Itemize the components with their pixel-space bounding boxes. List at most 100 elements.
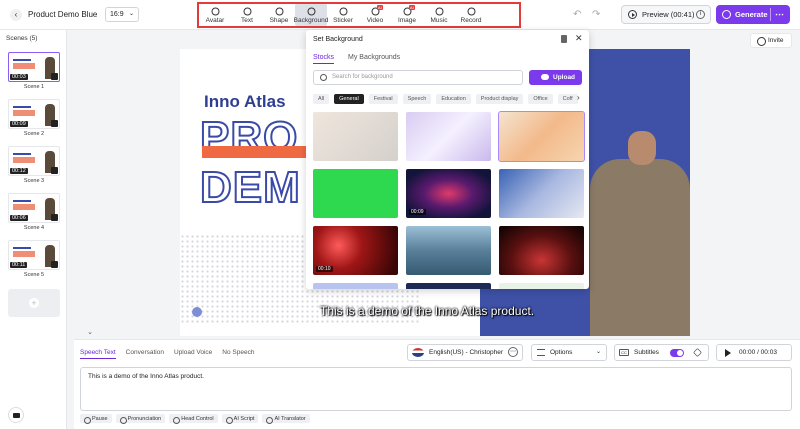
info-icon[interactable]: i xyxy=(696,10,705,19)
undo-icon[interactable]: ↶ xyxy=(573,9,581,20)
scene-item[interactable]: 00:03 Scene 1 xyxy=(8,52,60,90)
script-tab[interactable]: Upload Voice xyxy=(174,349,212,359)
scene-duration: 00:03 xyxy=(10,74,28,80)
avatar-presenter[interactable] xyxy=(590,131,690,336)
preview-button[interactable]: Preview (00:41) i xyxy=(621,5,711,24)
tool-text[interactable]: Text xyxy=(231,4,263,26)
background-thumbnail[interactable] xyxy=(406,112,491,161)
tool-video[interactable]: Video AI xyxy=(359,4,391,26)
background-thumbnail[interactable] xyxy=(313,169,398,218)
redo-icon[interactable]: ↷ xyxy=(592,9,600,20)
tool-avatar[interactable]: Avatar xyxy=(199,4,231,26)
category-chip[interactable]: All xyxy=(313,94,330,104)
script-tabs: Speech Text Conversation Upload Voice No Sp… xyxy=(80,349,264,359)
tool-label: Shape xyxy=(269,16,289,24)
scenes-sidebar: Scenes (5) 00:03 Scene 1 00:09 Scene 2 00:12… xyxy=(0,30,67,429)
background-search-input[interactable]: Search for background xyxy=(313,70,523,85)
category-chip[interactable]: Festival xyxy=(368,94,398,104)
search-icon xyxy=(320,74,327,81)
panel-tab[interactable]: Stocks xyxy=(313,54,335,64)
scene-item[interactable]: 00:11 Scene 5 xyxy=(8,240,60,278)
category-chip[interactable]: Speech xyxy=(402,94,432,104)
scene-item[interactable]: 00:06 Scene 4 xyxy=(8,193,60,231)
top-bar: ‹ Product Demo Blue 16:9 ⌄ Avatar Text Sha… xyxy=(0,0,800,30)
script-tab[interactable]: No Speech xyxy=(222,349,254,359)
pin-icon[interactable] xyxy=(561,35,567,43)
script-tab[interactable]: Speech Text xyxy=(80,349,116,359)
more-icon[interactable]: ⋯ xyxy=(775,5,784,24)
tool-record[interactable]: Record xyxy=(455,4,487,26)
thumb-graphic xyxy=(13,251,35,257)
audio-icon xyxy=(51,120,58,127)
background-thumbnail[interactable] xyxy=(498,111,585,162)
tool-label: Record xyxy=(460,16,482,24)
tool-music[interactable]: Music xyxy=(423,4,455,26)
background-thumbnail[interactable] xyxy=(499,283,584,289)
thumb-title xyxy=(13,59,31,61)
aspect-ratio-value: 16:9 xyxy=(110,11,124,18)
category-chip[interactable]: Product display xyxy=(475,94,524,104)
invite-button[interactable]: Invite xyxy=(750,33,792,48)
add-scene-button[interactable]: + xyxy=(8,289,60,317)
canvas-subtitle[interactable]: This is a demo of the Inno Atlas product… xyxy=(320,304,534,318)
plus-icon: + xyxy=(29,298,39,308)
category-chip[interactable]: Coff xyxy=(557,94,578,104)
text-icon xyxy=(243,7,252,16)
category-chip[interactable]: Office xyxy=(528,94,553,104)
speech-text-area[interactable]: This is a demo of the Inno Atlas product… xyxy=(80,367,792,411)
background-thumbnail[interactable] xyxy=(406,283,491,289)
speech-tool-ai-script[interactable]: AI Script xyxy=(221,414,259,424)
tool-label: Text xyxy=(241,16,253,24)
background-thumbnail[interactable] xyxy=(499,169,584,218)
background-thumbnail[interactable] xyxy=(313,112,398,161)
scene-name: Scene 2 xyxy=(23,131,45,137)
options-select[interactable]: Options ⌄ xyxy=(531,344,607,361)
canvas-brand-text[interactable]: Inno Atlas xyxy=(204,92,286,112)
scene-item[interactable]: 00:12 Scene 3 xyxy=(8,146,60,184)
speech-tool-pronunciation[interactable]: Pronunciation xyxy=(115,414,166,424)
background-thumbnail[interactable]: 00:09 xyxy=(406,169,491,218)
category-chip[interactable]: General xyxy=(334,94,364,104)
canvas-headline-2[interactable]: DEM xyxy=(199,162,301,213)
back-button[interactable]: ‹ xyxy=(10,9,22,21)
speech-tool-head-control[interactable]: Head Control xyxy=(169,414,218,424)
background-thumbnail[interactable] xyxy=(313,283,398,289)
aspect-ratio-select[interactable]: 16:9 ⌄ xyxy=(105,7,139,22)
voice-select[interactable]: English(US) - Christopher ⋯ xyxy=(407,344,523,361)
project-title[interactable]: Product Demo Blue xyxy=(28,10,97,19)
background-thumbnail[interactable] xyxy=(499,226,584,275)
chevron-right-icon[interactable]: › xyxy=(577,93,580,102)
close-icon[interactable]: ✕ xyxy=(575,33,583,44)
tool-sticker[interactable]: Sticker xyxy=(327,4,359,26)
tool-image[interactable]: Image AI xyxy=(391,4,423,26)
upload-button[interactable]: Upload xyxy=(529,70,582,85)
generate-button[interactable]: Generate ⋯ xyxy=(716,5,790,24)
voice-more-icon[interactable]: ⋯ xyxy=(508,347,518,357)
background-thumbnail[interactable]: 00:10 xyxy=(313,226,398,275)
subtitles-toggle[interactable] xyxy=(670,349,684,357)
music-icon xyxy=(435,7,444,16)
chat-icon[interactable] xyxy=(8,407,24,423)
panel-tabs: Stocks My Backgrounds xyxy=(313,54,414,64)
generate-icon xyxy=(722,10,731,19)
background-thumbnail[interactable] xyxy=(406,226,491,275)
scene-thumbnail: 00:06 xyxy=(8,193,60,223)
scene-thumbnail: 00:12 xyxy=(8,146,60,176)
play-button[interactable]: 00:00 / 00:03 xyxy=(716,344,792,361)
subtitle-style-icon[interactable] xyxy=(693,348,702,357)
preview-label: Preview (00:41) xyxy=(642,10,695,19)
chevron-down-icon: ⌄ xyxy=(595,349,601,355)
divider xyxy=(770,8,771,21)
audio-icon xyxy=(51,73,58,80)
panel-tab[interactable]: My Backgrounds xyxy=(348,54,400,64)
speech-tool-ai-translator[interactable]: AI Translator xyxy=(262,414,310,424)
scene-item[interactable]: 00:09 Scene 2 xyxy=(8,99,60,137)
tool-label: Avatar xyxy=(205,16,225,24)
speech-tool-pause[interactable]: Pause xyxy=(80,414,112,424)
category-chip[interactable]: Education xyxy=(436,94,471,104)
script-tab[interactable]: Conversation xyxy=(126,349,164,359)
tool-shape[interactable]: Shape xyxy=(263,4,295,26)
set-background-panel: Set Background ✕ Stocks My Backgrounds Se… xyxy=(306,30,589,289)
tool-background[interactable]: Background xyxy=(294,4,328,26)
collapse-chevron-icon[interactable]: ⌄ xyxy=(84,328,96,336)
